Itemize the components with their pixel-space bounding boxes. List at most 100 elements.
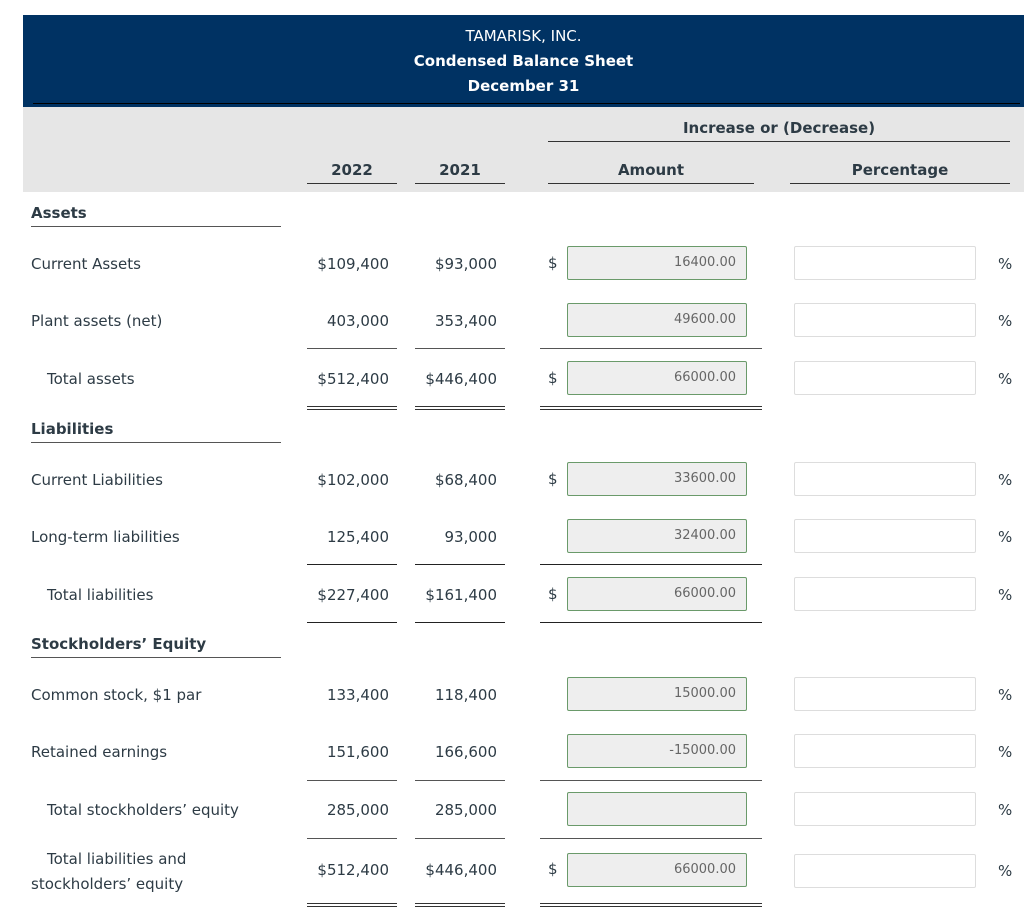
row-label-line1: Total liabilities and xyxy=(47,850,187,868)
row-label: Total liabilities xyxy=(47,586,154,604)
row-label: Long-term liabilities xyxy=(31,528,180,546)
value-2021: 353,400 xyxy=(434,312,497,330)
dollar-sign: $ xyxy=(548,369,558,387)
row-label: Current Liabilities xyxy=(31,471,163,489)
section-liabilities-underline xyxy=(31,442,281,443)
percent-sign: % xyxy=(998,686,1013,704)
subtotal-rule xyxy=(415,564,505,565)
percentage-input[interactable] xyxy=(794,734,976,768)
amount-input[interactable]: 49600.00 xyxy=(567,303,747,337)
percentage-input[interactable] xyxy=(794,792,976,826)
percent-sign: % xyxy=(998,801,1013,819)
value-2021: $68,400 xyxy=(434,471,497,489)
section-assets: Assets xyxy=(31,204,87,222)
statement-date: December 31 xyxy=(467,77,580,95)
subtotal-rule xyxy=(415,838,505,839)
dollar-sign: $ xyxy=(548,254,558,272)
percent-sign: % xyxy=(998,312,1013,330)
statement-title: Condensed Balance Sheet xyxy=(413,52,634,70)
total-rule xyxy=(540,622,762,623)
total-double-rule xyxy=(307,903,397,907)
percentage-underline xyxy=(790,183,1010,184)
row-label: Total stockholders’ equity xyxy=(47,801,239,819)
subtotal-rule xyxy=(540,838,762,839)
value-2022: 151,600 xyxy=(326,743,389,761)
year-2022-underline xyxy=(307,183,397,184)
amount-input[interactable]: -15000.00 xyxy=(567,734,747,768)
amount-input[interactable]: 66000.00 xyxy=(567,577,747,611)
value-2022: 125,400 xyxy=(326,528,389,546)
value-2021: 93,000 xyxy=(444,528,498,546)
percentage-input[interactable] xyxy=(794,246,976,280)
value-2021: 166,600 xyxy=(434,743,497,761)
amount-input[interactable] xyxy=(567,792,747,826)
percent-sign: % xyxy=(998,743,1013,761)
value-2022: $102,000 xyxy=(317,471,389,489)
total-rule xyxy=(307,622,397,623)
value-2022: 133,400 xyxy=(326,686,389,704)
percentage-input[interactable] xyxy=(794,462,976,496)
total-rule xyxy=(415,622,505,623)
section-assets-underline xyxy=(31,226,281,227)
row-label: Current Assets xyxy=(31,255,141,273)
dollar-sign: $ xyxy=(548,860,558,878)
value-2022: $512,400 xyxy=(317,370,389,388)
year-2021-underline xyxy=(415,183,505,184)
group-underline xyxy=(548,141,1010,142)
row-label: Plant assets (net) xyxy=(31,312,163,330)
dollar-sign: $ xyxy=(548,585,558,603)
value-2022: 403,000 xyxy=(326,312,389,330)
value-2021: 285,000 xyxy=(434,801,497,819)
row-label-line2: stockholders’ equity xyxy=(31,875,184,893)
section-equity-underline xyxy=(31,657,281,658)
percent-sign: % xyxy=(998,862,1013,880)
subtotal-rule xyxy=(540,780,762,781)
value-2021: $161,400 xyxy=(425,586,497,604)
percentage-heading: Percentage xyxy=(851,161,949,179)
percentage-input[interactable] xyxy=(794,854,976,888)
subtotal-rule xyxy=(307,348,397,349)
year-2021-heading: 2021 xyxy=(439,161,481,179)
total-double-rule xyxy=(415,406,505,410)
section-equity: Stockholders’ Equity xyxy=(31,635,207,653)
percent-sign: % xyxy=(998,255,1013,273)
value-2022: $512,400 xyxy=(317,861,389,879)
value-2021: $93,000 xyxy=(434,255,497,273)
total-double-rule xyxy=(307,406,397,410)
percent-sign: % xyxy=(998,471,1013,489)
total-double-rule xyxy=(415,903,505,907)
amount-input[interactable]: 32400.00 xyxy=(567,519,747,553)
percent-sign: % xyxy=(998,528,1013,546)
percentage-input[interactable] xyxy=(794,303,976,337)
subtotal-rule xyxy=(540,348,762,349)
row-label: Total assets xyxy=(47,370,135,388)
row-label: Retained earnings xyxy=(31,743,168,761)
dollar-sign: $ xyxy=(548,470,558,488)
percent-sign: % xyxy=(998,370,1013,388)
amount-input[interactable]: 66000.00 xyxy=(567,361,747,395)
amount-input[interactable]: 16400.00 xyxy=(567,246,747,280)
amount-input[interactable]: 33600.00 xyxy=(567,462,747,496)
subtotal-rule xyxy=(415,780,505,781)
subtotal-rule xyxy=(415,348,505,349)
total-double-rule xyxy=(540,406,762,410)
company-name: TAMARISK, INC. xyxy=(465,27,582,45)
subtotal-rule xyxy=(307,780,397,781)
increase-decrease-heading: Increase or (Decrease) xyxy=(682,119,876,137)
amount-input[interactable]: 66000.00 xyxy=(567,853,747,887)
value-2021: $446,400 xyxy=(425,861,497,879)
percentage-input[interactable] xyxy=(794,519,976,553)
year-2022-heading: 2022 xyxy=(331,161,373,179)
value-2021: $446,400 xyxy=(425,370,497,388)
percentage-input[interactable] xyxy=(794,577,976,611)
statement-header: TAMARISK, INC. Condensed Balance Sheet D… xyxy=(23,15,1024,107)
amount-heading: Amount xyxy=(617,161,685,179)
subtotal-rule xyxy=(307,564,397,565)
percentage-input[interactable] xyxy=(794,361,976,395)
percentage-input[interactable] xyxy=(794,677,976,711)
subtotal-rule xyxy=(540,564,762,565)
amount-input[interactable]: 15000.00 xyxy=(567,677,747,711)
percent-sign: % xyxy=(998,586,1013,604)
value-2022: 285,000 xyxy=(326,801,389,819)
value-2022: $227,400 xyxy=(317,586,389,604)
